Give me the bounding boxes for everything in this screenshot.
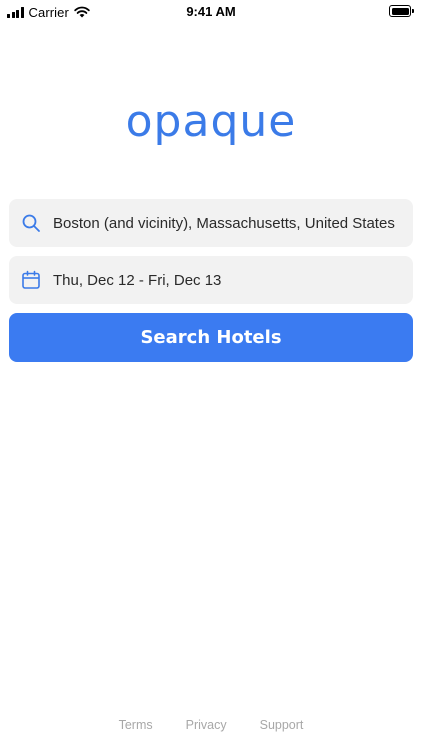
brand-logo: opaque xyxy=(125,96,297,147)
battery-icon xyxy=(389,5,414,17)
status-bar: Carrier 9:41 AM xyxy=(0,0,422,24)
terms-link[interactable]: Terms xyxy=(119,718,153,732)
privacy-link[interactable]: Privacy xyxy=(186,718,227,732)
dates-field[interactable]: Thu, Dec 12 - Fri, Dec 13 xyxy=(9,256,413,304)
calendar-icon xyxy=(22,270,40,289)
support-link[interactable]: Support xyxy=(260,718,304,732)
search-icon xyxy=(22,214,40,232)
dates-value: Thu, Dec 12 - Fri, Dec 13 xyxy=(53,271,222,289)
search-hotels-button[interactable]: Search Hotels xyxy=(9,313,413,362)
status-time: 9:41 AM xyxy=(186,4,236,19)
destination-field[interactable]: Boston (and vicinity), Massachusetts, Un… xyxy=(9,199,413,247)
footer-links: Terms Privacy Support xyxy=(0,718,422,732)
destination-value: Boston (and vicinity), Massachusetts, Un… xyxy=(53,214,395,232)
